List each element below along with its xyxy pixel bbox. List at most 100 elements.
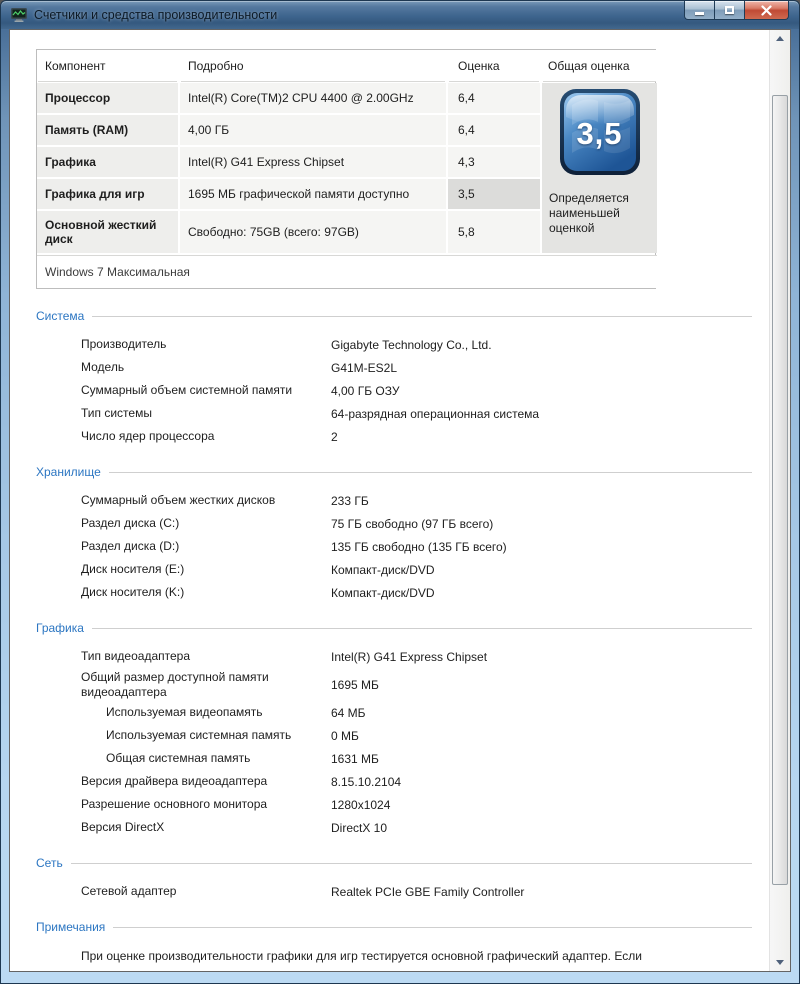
notes-text: При оценке производительности графики дл…: [36, 946, 651, 972]
info-row: Разрешение основного монитора1280x1024: [36, 793, 752, 816]
info-row: Раздел диска (C:)75 ГБ свободно (97 ГБ в…: [36, 512, 752, 535]
info-label: Используемая системная память: [106, 728, 331, 743]
info-label: Суммарный объем системной памяти: [81, 383, 331, 398]
section-divider: [71, 863, 752, 864]
wei-header-base-score: Общая оценка: [542, 50, 657, 81]
base-score-value: 3,5: [560, 89, 640, 175]
page-content: Компонент Подробно Оценка Общая оценка П…: [10, 30, 768, 971]
info-value: 1631 МБ: [331, 752, 752, 766]
info-row: Раздел диска (D:)135 ГБ свободно (135 ГБ…: [36, 535, 752, 558]
scroll-down-button[interactable]: [770, 954, 790, 971]
arrow-up-icon: [776, 36, 784, 41]
section-header: Система: [36, 309, 752, 323]
info-value: 135 ГБ свободно (135 ГБ всего): [331, 540, 752, 554]
info-value: 8.15.10.2104: [331, 775, 752, 789]
base-score-badge: 3,5: [560, 89, 640, 175]
section-header: Примечания: [36, 920, 752, 934]
info-label: Общая системная память: [106, 751, 331, 766]
info-row: ПроизводительGigabyte Technology Co., Lt…: [36, 333, 752, 356]
maximize-button[interactable]: [714, 1, 744, 20]
arrow-down-icon: [776, 960, 784, 965]
maximize-icon: [725, 6, 734, 14]
info-label: Версия DirectX: [81, 820, 331, 835]
info-value: 1280x1024: [331, 798, 752, 812]
section-title: Система: [36, 309, 84, 323]
info-row: Общий размер доступной памяти видеоадапт…: [36, 668, 752, 701]
info-value: Gigabyte Technology Co., Ltd.: [331, 338, 752, 352]
section-system: Система ПроизводительGigabyte Technology…: [36, 309, 752, 448]
info-row: Суммарный объем системной памяти4,00 ГБ …: [36, 379, 752, 402]
info-row: МодельG41M-ES2L: [36, 356, 752, 379]
wei-details: Intel(R) G41 Express Chipset: [180, 147, 446, 177]
info-value: 2: [331, 430, 752, 444]
section-divider: [113, 927, 752, 928]
wei-component: Графика: [37, 147, 178, 177]
section-notes: Примечания При оценке производительности…: [36, 920, 752, 972]
base-score-panel: 3,5 Определяется наименьшей оценкой: [542, 83, 657, 253]
info-label: Тип системы: [81, 406, 331, 421]
wei-details: Свободно: 75GB (всего: 97GB): [180, 211, 446, 253]
section-divider: [109, 472, 752, 473]
info-row: Используемая видеопамять64 МБ: [36, 701, 752, 724]
info-label: Производитель: [81, 337, 331, 352]
wei-details: Intel(R) Core(TM)2 CPU 4400 @ 2.00GHz: [180, 83, 446, 113]
section-title: Графика: [36, 621, 84, 635]
info-row: Тип видеоадаптераIntel(R) G41 Express Ch…: [36, 645, 752, 668]
info-label: Диск носителя (E:): [81, 562, 331, 577]
scroll-up-button[interactable]: [770, 30, 790, 47]
info-label: Тип видеоадаптера: [81, 649, 331, 664]
minimize-icon: [695, 12, 704, 15]
info-value: Компакт-диск/DVD: [331, 563, 752, 577]
base-score-caption: Определяется наименьшей оценкой: [542, 191, 650, 236]
info-label: Версия драйвера видеоадаптера: [81, 774, 331, 789]
info-value: 75 ГБ свободно (97 ГБ всего): [331, 517, 752, 531]
section-graphics: Графика Тип видеоадаптераIntel(R) G41 Ex…: [36, 621, 752, 839]
wei-score: 5,8: [448, 211, 540, 253]
section-title: Сеть: [36, 856, 63, 870]
info-row: Диск носителя (K:)Компакт-диск/DVD: [36, 581, 752, 604]
section-title: Примечания: [36, 920, 105, 934]
section-header: Хранилище: [36, 465, 752, 479]
close-button[interactable]: [744, 1, 789, 20]
close-icon: [761, 5, 772, 16]
info-label: Общий размер доступной памяти видеоадапт…: [81, 670, 331, 700]
wei-table: Компонент Подробно Оценка Общая оценка П…: [36, 49, 656, 289]
title-bar[interactable]: Счетчики и средства производительности: [1, 1, 799, 29]
wei-component: Процессор: [37, 83, 178, 113]
client-area: Компонент Подробно Оценка Общая оценка П…: [9, 29, 791, 972]
info-label: Сетевой адаптер: [81, 884, 331, 899]
info-label: Раздел диска (C:): [81, 516, 331, 531]
info-row: Сетевой адаптерRealtek PCIe GBE Family C…: [36, 880, 752, 903]
minimize-button[interactable]: [684, 1, 714, 20]
scrollbar-thumb[interactable]: [772, 95, 788, 885]
vertical-scrollbar[interactable]: [769, 30, 790, 971]
info-row: Версия драйвера видеоадаптера8.15.10.210…: [36, 770, 752, 793]
info-value: Компакт-диск/DVD: [331, 586, 752, 600]
info-row: Версия DirectXDirectX 10: [36, 816, 752, 839]
wei-component: Графика для игр: [37, 179, 178, 209]
info-label: Используемая видеопамять: [106, 705, 331, 720]
section-divider: [92, 628, 752, 629]
info-value: 0 МБ: [331, 729, 752, 743]
wei-header-details: Подробно: [180, 50, 446, 81]
wei-component: Основной жесткий диск: [37, 211, 178, 253]
info-row: Диск носителя (E:)Компакт-диск/DVD: [36, 558, 752, 581]
info-value: G41M-ES2L: [331, 361, 752, 375]
info-label: Суммарный объем жестких дисков: [81, 493, 331, 508]
wei-score-lowest: 3,5: [448, 179, 540, 209]
section-storage: Хранилище Суммарный объем жестких дисков…: [36, 465, 752, 604]
info-label: Число ядер процессора: [81, 429, 331, 444]
window-controls: [684, 1, 789, 20]
info-value: 1695 МБ: [331, 678, 752, 692]
info-row: Тип системы64-разрядная операционная сис…: [36, 402, 752, 425]
section-divider: [92, 316, 752, 317]
info-label: Раздел диска (D:): [81, 539, 331, 554]
info-label: Диск носителя (K:): [81, 585, 331, 600]
wei-edition-row: Windows 7 Максимальная: [37, 255, 657, 288]
section-network: Сеть Сетевой адаптерRealtek PCIe GBE Fam…: [36, 856, 752, 903]
info-value: Realtek PCIe GBE Family Controller: [331, 885, 752, 899]
wei-details: 1695 МБ графической памяти доступно: [180, 179, 446, 209]
info-row: Используемая системная память0 МБ: [36, 724, 752, 747]
info-value: 233 ГБ: [331, 494, 752, 508]
wei-header-score: Оценка: [448, 50, 540, 81]
